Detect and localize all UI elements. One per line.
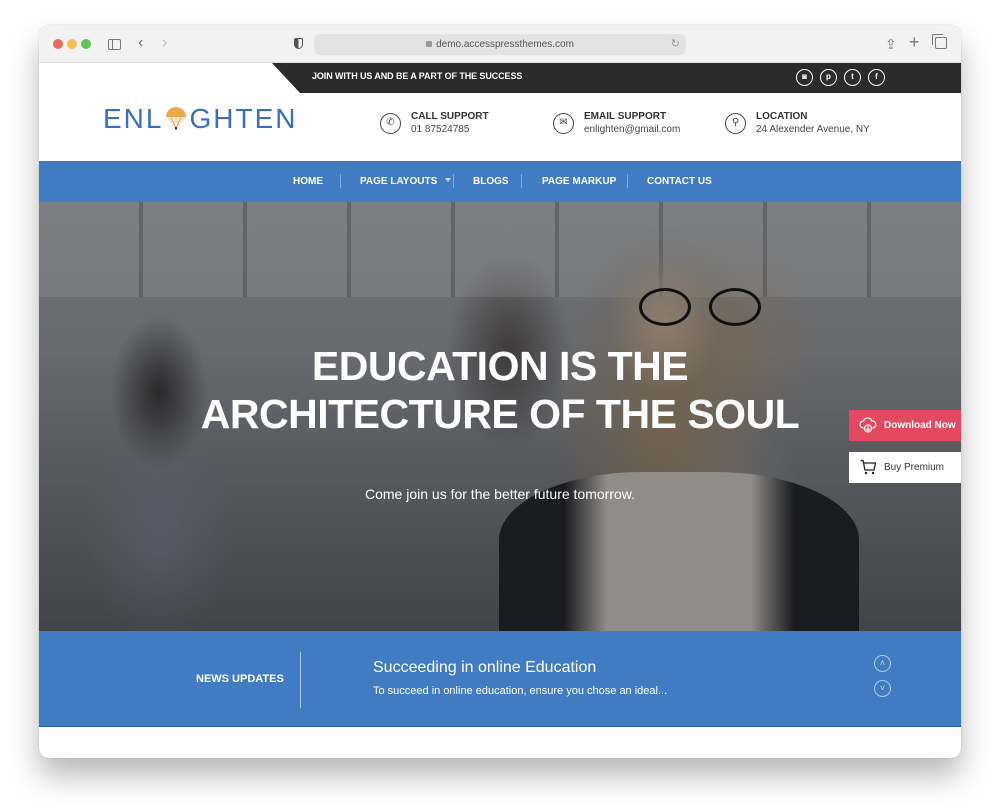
- news-updates-label: NEWS UPDATES: [196, 673, 284, 685]
- site-logo[interactable]: ENL GHTEN: [103, 103, 297, 139]
- hero-title-line-2: ARCHITECTURE OF THE SOUL: [200, 391, 800, 437]
- shield-icon[interactable]: [294, 38, 303, 49]
- site-header: ENL GHTEN ✆ CALL SUPPORT 01 87524785 ✉ E…: [39, 93, 961, 161]
- hero-banner: EDUCATION IS THE ARCHITECTURE OF THE SOU…: [39, 202, 961, 631]
- chevron-up-icon[interactable]: ˄: [874, 655, 891, 672]
- nav-divider: [340, 174, 341, 188]
- nav-divider: [453, 174, 454, 188]
- forward-icon[interactable]: ›: [162, 34, 167, 52]
- lock-icon: [426, 41, 433, 47]
- back-icon[interactable]: ‹: [138, 34, 143, 52]
- nav-item-page-markup[interactable]: PAGE MARKUP: [542, 176, 616, 187]
- email-icon: ✉: [553, 113, 574, 134]
- news-divider: [300, 652, 301, 708]
- chevron-down-icon: [445, 178, 452, 182]
- top-bar: JOIN WITH US AND BE A PART OF THE SUCCES…: [39, 63, 961, 93]
- browser-window: ‹ › demo.accesspressthemes.com ↻ ⇪ + JOI…: [39, 25, 961, 758]
- parachute-logo-icon: [166, 107, 187, 130]
- buy-premium-label: Buy Premium: [884, 462, 945, 473]
- nav-item-label: PAGE LAYOUTS: [360, 176, 438, 187]
- download-now-label: Download Now: [884, 420, 956, 431]
- maximize-window-button[interactable]: [81, 39, 91, 49]
- contact-value[interactable]: enlighten@gmail.com: [584, 124, 680, 135]
- news-item-excerpt: To succeed in online education, ensure y…: [373, 685, 668, 697]
- top-bar-tagline: JOIN WITH US AND BE A PART OF THE SUCCES…: [312, 71, 523, 81]
- sidebar-icon[interactable]: [108, 39, 121, 50]
- buy-premium-button[interactable]: Buy Premium: [849, 452, 961, 483]
- instagram-icon[interactable]: ◙: [796, 69, 813, 86]
- minimize-window-button[interactable]: [67, 39, 77, 49]
- hero-subtitle: Come join us for the better future tomor…: [364, 486, 635, 502]
- pinterest-icon[interactable]: p: [820, 69, 837, 86]
- contact-title: LOCATION: [756, 111, 808, 122]
- hero-title: EDUCATION IS THE ARCHITECTURE OF THE SOU…: [39, 342, 961, 438]
- logo-text-left: ENL: [103, 103, 164, 134]
- logo-text-right: GHTEN: [189, 103, 298, 134]
- browser-toolbar: ‹ › demo.accesspressthemes.com ↻ ⇪ +: [39, 25, 961, 63]
- location-icon: ⚲: [725, 113, 746, 134]
- news-ticker: NEWS UPDATES Succeeding in online Educat…: [39, 631, 961, 727]
- contact-title: CALL SUPPORT: [411, 111, 489, 122]
- nav-item-blogs[interactable]: BLOGS: [473, 176, 509, 187]
- tabs-overview-icon[interactable]: [932, 34, 947, 49]
- cloud-download-icon: [859, 417, 877, 433]
- address-bar[interactable]: demo.accesspressthemes.com ↻: [314, 34, 686, 55]
- cart-icon: [860, 459, 876, 475]
- main-nav: HOME PAGE LAYOUTS BLOGS PAGE MARKUP CONT…: [39, 161, 961, 202]
- nav-item-home[interactable]: HOME: [293, 176, 323, 187]
- nav-item-page-layouts[interactable]: PAGE LAYOUTS: [360, 176, 452, 187]
- facebook-icon[interactable]: f: [868, 69, 885, 86]
- nav-divider: [521, 174, 522, 188]
- contact-title: EMAIL SUPPORT: [584, 111, 667, 122]
- news-item-title[interactable]: Succeeding in online Education: [373, 659, 596, 677]
- twitter-icon[interactable]: t: [844, 69, 861, 86]
- chevron-down-icon[interactable]: ˅: [874, 680, 891, 697]
- share-icon[interactable]: ⇪: [885, 35, 897, 53]
- new-tab-icon[interactable]: +: [909, 33, 920, 51]
- nav-item-contact-us[interactable]: CONTACT US: [647, 176, 712, 187]
- reload-icon[interactable]: ↻: [671, 34, 680, 55]
- url-text: demo.accesspressthemes.com: [436, 39, 574, 50]
- contact-value[interactable]: 01 87524785: [411, 124, 469, 135]
- download-now-button[interactable]: Download Now: [849, 410, 961, 441]
- hero-title-line-1: EDUCATION IS THE: [311, 343, 689, 389]
- contact-value: 24 Alexender Avenue, NY: [756, 124, 870, 135]
- close-window-button[interactable]: [53, 39, 63, 49]
- phone-icon: ✆: [380, 113, 401, 134]
- nav-divider: [627, 174, 628, 188]
